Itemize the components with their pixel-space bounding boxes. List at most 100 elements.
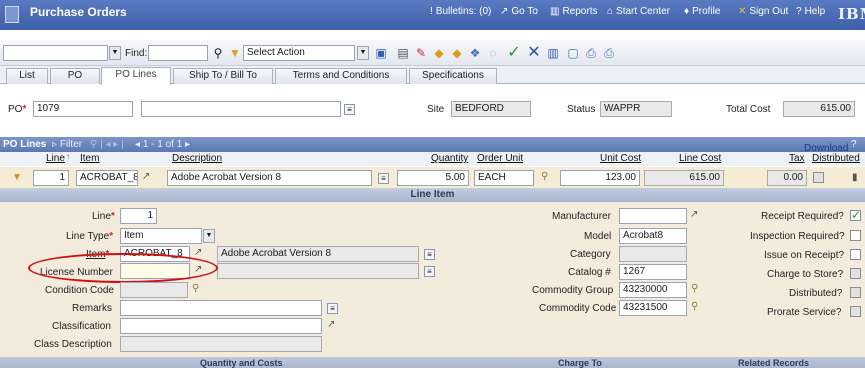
row-long-description-icon[interactable]: ≡ — [378, 173, 389, 184]
profile-link[interactable]: ♦ Profile — [684, 6, 720, 17]
line-field[interactable]: 1 — [120, 208, 157, 224]
next-record-icon[interactable]: ◆ — [450, 46, 464, 60]
bottom-section-bar — [0, 357, 865, 368]
find-options-icon[interactable]: ▼ — [228, 46, 242, 60]
po-number-field[interactable]: 1079 — [33, 101, 133, 117]
go-to-item-icon[interactable]: ↗ — [142, 171, 150, 182]
title-bar: Purchase Orders ! Bulletins: (0) ↗ Go To ▥… — [0, 0, 865, 30]
line-item-section-header: Line Item — [0, 188, 865, 202]
charge-to-store-label: Charge to Store? — [767, 269, 844, 280]
signout-link[interactable]: ✕ Sign Out — [738, 6, 788, 17]
tab-po[interactable]: PO — [50, 68, 100, 84]
charge-to-store-checkbox — [850, 268, 861, 279]
remarks-long-description-icon[interactable]: ≡ — [327, 303, 338, 314]
total-cost-label: Total Cost — [726, 104, 771, 115]
create-report-icon[interactable]: ▥ — [546, 46, 560, 60]
row-tax-field: 0.00 — [767, 170, 807, 186]
next-page-icon[interactable]: ▸ — [182, 139, 190, 150]
cancel-icon[interactable]: ✕ — [527, 45, 541, 61]
filter-tools-icons[interactable]: ⚲ | ◂ ▸ | — [90, 139, 124, 150]
tab-terms-and-conditions[interactable]: Terms and Conditions — [275, 68, 407, 84]
row-unit-cost-field[interactable]: 123.00 — [560, 170, 640, 186]
inspection-required-checkbox[interactable] — [850, 230, 861, 241]
goto-icon: ↗ — [500, 6, 509, 17]
row-description-field[interactable]: Adobe Acrobat Version 8 — [167, 170, 372, 186]
help-link[interactable]: ? Help — [796, 6, 825, 17]
col-line[interactable]: Line — [46, 153, 65, 164]
go-to-item-detail-icon[interactable]: ↗ — [194, 247, 202, 258]
commodity-code-lookup-icon[interactable]: ⚲ — [691, 301, 698, 312]
select-action-dropdown[interactable]: Select Action — [243, 45, 355, 61]
catalog-field[interactable]: 1267 — [619, 264, 687, 280]
tab-list[interactable]: List — [6, 68, 48, 84]
help-section-icon[interactable]: ? — [851, 139, 857, 150]
prev-page-icon[interactable]: ◂ — [135, 139, 143, 150]
inspection-required-label: Inspection Required? — [750, 231, 845, 242]
manufacturer-detail-icon[interactable]: ↗ — [690, 209, 698, 220]
col-distributed[interactable]: Distributed — [812, 153, 860, 164]
row-delete-icon[interactable]: ▮ — [852, 172, 858, 183]
bulletins-link[interactable]: ! Bulletins: (0) — [430, 6, 491, 17]
print-icon[interactable]: ⎙ — [584, 46, 598, 60]
col-order-unit[interactable]: Order Unit — [477, 153, 523, 164]
col-quantity[interactable]: Quantity — [431, 153, 468, 164]
new-record-icon[interactable]: ▣ — [374, 46, 388, 60]
line-type-dropdown-arrow[interactable]: ▼ — [203, 229, 215, 243]
model-field[interactable]: Acrobat8 — [619, 228, 687, 244]
long-description-icon[interactable]: ≡ — [344, 104, 355, 115]
row-item-field[interactable]: ACROBAT_8 — [76, 170, 138, 186]
line-label: Line* — [92, 211, 115, 222]
po-description-field[interactable] — [141, 101, 341, 117]
model-label: Model — [584, 231, 612, 242]
goto-link[interactable]: ↗ Go To — [500, 6, 538, 17]
classification-detail-icon[interactable]: ↗ — [327, 319, 335, 330]
reports-link[interactable]: ▥ Reports — [550, 6, 597, 17]
commodity-code-field[interactable]: 43231500 — [619, 300, 687, 316]
receipt-required-checkbox[interactable]: ✓ — [850, 209, 861, 221]
line-type-select[interactable]: Item — [120, 228, 202, 244]
row-line-field[interactable]: 1 — [33, 170, 69, 186]
remarks-field[interactable] — [120, 300, 322, 316]
start-center-link[interactable]: ⌂ Start Center — [607, 6, 670, 17]
query-select-arrow[interactable]: ▼ — [109, 46, 121, 60]
col-tax[interactable]: Tax — [789, 153, 805, 164]
change-status-icon[interactable]: ❖ — [468, 46, 482, 60]
order-unit-lookup-icon[interactable]: ⚲ — [541, 171, 548, 182]
condition-code-lookup-icon[interactable]: ⚲ — [192, 283, 199, 294]
save-icon[interactable]: ▤ — [396, 46, 410, 60]
classification-label: Classification — [52, 321, 111, 332]
required-marker: * — [109, 231, 114, 242]
find-input[interactable] — [148, 45, 208, 61]
copy-icon[interactable]: ▢ — [566, 46, 580, 60]
approve-icon[interactable]: ✓ — [507, 45, 521, 61]
manufacturer-field[interactable] — [619, 208, 687, 224]
route-workflow-icon[interactable]: ◌ — [486, 46, 500, 60]
bulletin-toolbar-icon[interactable]: ✎ — [414, 46, 428, 60]
row-expand-icon[interactable]: ▼ — [12, 172, 22, 183]
tab-po-lines[interactable]: PO Lines — [101, 67, 171, 85]
row-order-unit-field[interactable]: EACH — [474, 170, 534, 186]
tab-ship-to-bill-to[interactable]: Ship To / Bill To — [173, 68, 273, 84]
item-description-field: Adobe Acrobat Version 8 — [217, 246, 419, 262]
issue-on-receipt-checkbox[interactable] — [850, 249, 861, 260]
col-unit-cost[interactable]: Unit Cost — [600, 153, 641, 164]
previous-record-icon[interactable]: ◆ — [432, 46, 446, 60]
col-description[interactable]: Description — [172, 153, 222, 164]
binoculars-icon[interactable]: ⚲ — [211, 46, 225, 60]
ibm-logo: IBM — [838, 5, 865, 23]
tab-specifications[interactable]: Specifications — [409, 68, 497, 84]
item-long-description-icon[interactable]: ≡ — [424, 249, 435, 260]
sort-ascending-icon[interactable]: ↑ — [66, 152, 70, 161]
po-lines-header — [0, 137, 865, 152]
col-item[interactable]: Item — [80, 153, 99, 164]
row-quantity-field[interactable]: 5.00 — [397, 170, 469, 186]
license-long-description-icon[interactable]: ≡ — [424, 266, 435, 277]
commodity-group-field[interactable]: 43230000 — [619, 282, 687, 298]
select-action-arrow[interactable]: ▼ — [357, 46, 369, 60]
filter-link[interactable]: ▹ Filter — [52, 139, 82, 150]
commodity-group-lookup-icon[interactable]: ⚲ — [691, 283, 698, 294]
query-select[interactable] — [3, 45, 108, 61]
print-preview-icon[interactable]: ⎙ — [602, 46, 616, 60]
classification-field[interactable] — [120, 318, 322, 334]
col-line-cost[interactable]: Line Cost — [679, 153, 721, 164]
